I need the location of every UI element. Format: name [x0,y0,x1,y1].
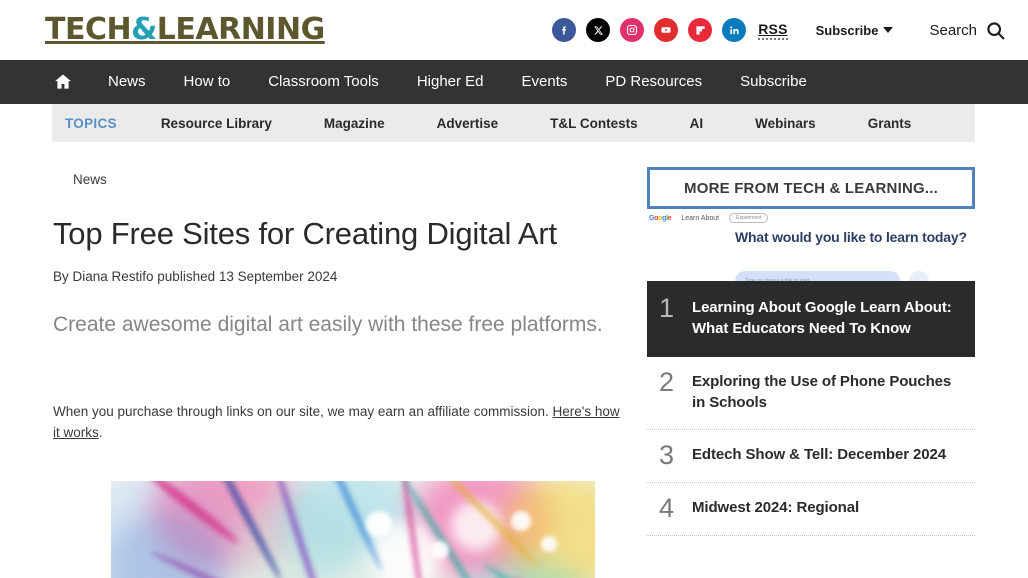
sidebar-right-rail: MORE FROM TECH & LEARNING... Google Lear… [625,162,975,578]
rank-title: Edtech Show & Tell: December 2024 [692,446,947,463]
nav-item-higher-ed[interactable]: Higher Ed [398,60,503,104]
topics-item-ai[interactable]: AI [664,116,730,131]
site-masthead: TECH&LEARNING RSS Subscribe Search [0,0,1028,60]
nav-item-pd-resources[interactable]: PD Resources [586,60,721,104]
nav-item-classroom-tools[interactable]: Classroom Tools [249,60,398,104]
topics-bar: TOPICS Resource Library Magazine Adverti… [52,104,975,142]
more-from-list: 1 Learning About Google Learn About: Wha… [647,281,975,536]
promo-experiment-badge: Experiment [729,213,769,223]
list-item[interactable]: 2 Exploring the Use of Phone Pouches in … [647,357,975,430]
byline: By Diana Restifo published 13 September … [53,269,338,284]
more-from-heading: MORE FROM TECH & LEARNING... [684,179,938,197]
page-title: Top Free Sites for Creating Digital Art [53,216,557,251]
linkedin-icon[interactable] [722,18,747,42]
page-root: TECH&LEARNING RSS Subscribe Search News … [0,0,1028,578]
rank-number: 1 [659,293,675,323]
instagram-glyph [627,24,638,36]
x-glyph [593,25,603,35]
youtube-glyph [661,27,671,33]
article-standfirst: Create awesome digital art easily with t… [53,313,603,336]
flipboard-glyph [696,25,705,35]
nav-item-subscribe[interactable]: Subscribe [721,60,826,104]
breadcrumb[interactable]: News [53,162,625,187]
rank-number: 4 [659,493,675,523]
youtube-icon[interactable] [654,18,679,42]
search-button[interactable]: Search [929,20,1006,41]
topics-item-grants[interactable]: Grants [842,116,938,131]
nav-item-news[interactable]: News [89,60,165,104]
main-navigation: News How to Classroom Tools Higher Ed Ev… [0,60,1028,104]
rank-number: 3 [659,440,675,470]
topics-label[interactable]: TOPICS [52,116,135,131]
topics-item-webinars[interactable]: Webinars [729,116,842,131]
subscribe-dropdown-label: Subscribe [815,22,879,38]
list-item[interactable]: 3 Edtech Show & Tell: December 2024 [647,430,975,483]
affiliate-period: . [98,425,103,440]
nav-item-home[interactable] [45,72,89,92]
topics-item-resource-library[interactable]: Resource Library [135,116,298,131]
topics-item-tl-contests[interactable]: T&L Contests [524,116,664,131]
list-item[interactable]: 4 Midwest 2024: Regional [647,483,975,536]
rss-link[interactable]: RSS [758,21,788,40]
nav-item-events[interactable]: Events [503,60,587,104]
list-item[interactable]: 1 Learning About Google Learn About: Wha… [647,281,975,357]
header-right-cluster: RSS Subscribe Search [552,0,1028,60]
logo-text-learning: LEARNING [156,12,325,47]
logo-ampersand: & [131,12,157,47]
promo-topline: Google Learn About Experiment [647,209,975,223]
home-icon [55,74,71,89]
affiliate-disclaimer: When you purchase through links on our s… [53,401,625,443]
x-twitter-icon[interactable] [586,18,611,42]
promo-search-input[interactable]: Type or choose a title to start... [735,271,900,281]
instagram-icon[interactable] [620,18,645,42]
nav-item-how-to[interactable]: How to [165,60,250,104]
hero-image-wrapper [53,481,625,578]
site-logo[interactable]: TECH&LEARNING [45,13,325,47]
logo-text-tech: TECH [45,12,132,47]
flipboard-icon[interactable] [688,18,713,42]
subscribe-dropdown[interactable]: Subscribe [816,23,894,38]
page-content: News Top Free Sites for Creating Digital… [0,142,1028,578]
social-links [552,18,747,42]
article-hero-image [111,481,595,578]
linkedin-glyph [729,25,739,34]
chevron-down-icon [883,27,894,33]
search-label: Search [929,21,977,39]
more-from-heading-box: MORE FROM TECH & LEARNING... [647,167,975,209]
rank-title: Exploring the Use of Phone Pouches in Sc… [692,373,952,411]
rail-promo-screenshot[interactable]: Google Learn About Experiment What would… [647,209,975,281]
promo-product-label: Learn About [681,214,720,222]
send-icon[interactable] [909,271,929,281]
promo-question: What would you like to learn today? [735,229,967,245]
article-column: News Top Free Sites for Creating Digital… [0,162,625,578]
google-logo-icon: Google [649,214,672,222]
topics-item-advertise[interactable]: Advertise [411,116,525,131]
promo-input-placeholder: Type or choose a title to start... [745,278,814,281]
topics-item-magazine[interactable]: Magazine [298,116,411,131]
rank-title: Midwest 2024: Regional [692,499,860,516]
search-icon [987,21,1005,39]
facebook-glyph [561,25,566,35]
affiliate-text: When you purchase through links on our s… [53,404,553,419]
facebook-icon[interactable] [552,18,577,42]
rank-number: 2 [659,367,675,397]
rank-title: Learning About Google Learn About: What … [692,299,952,337]
